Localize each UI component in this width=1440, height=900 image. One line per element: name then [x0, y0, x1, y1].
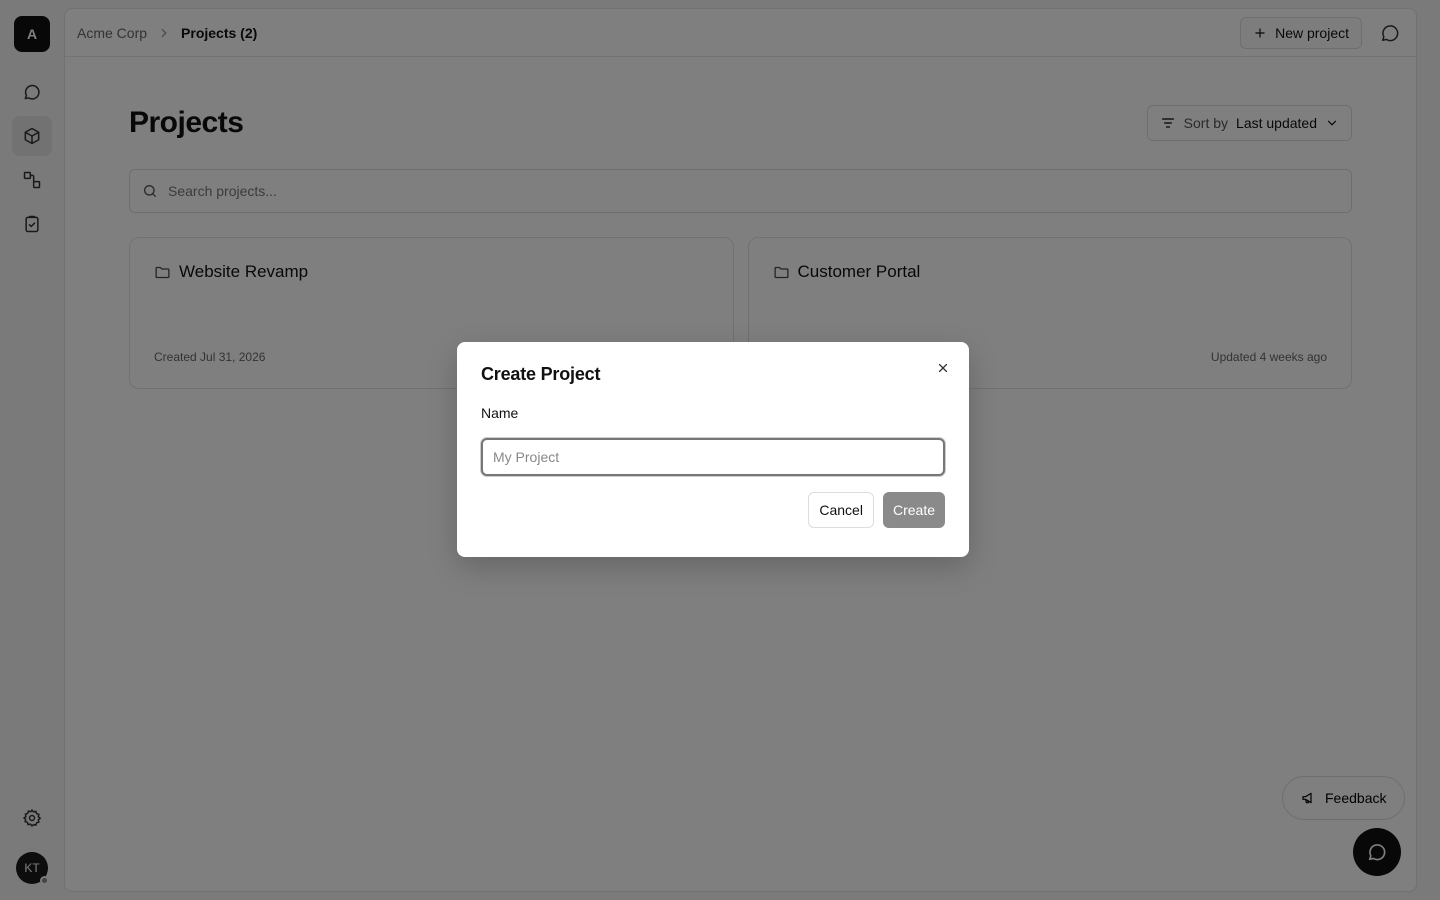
create-project-dialog: Create Project Name Cancel Create — [457, 342, 969, 557]
close-button[interactable] — [933, 358, 953, 378]
dialog-title: Create Project — [481, 364, 601, 384]
name-field-label: Name — [481, 405, 519, 421]
create-button[interactable]: Create — [882, 492, 945, 528]
cancel-button[interactable]: Cancel — [808, 492, 874, 528]
close-icon — [938, 363, 948, 373]
dialog-actions: Cancel Create — [481, 492, 945, 528]
project-name-input[interactable] — [481, 438, 945, 476]
